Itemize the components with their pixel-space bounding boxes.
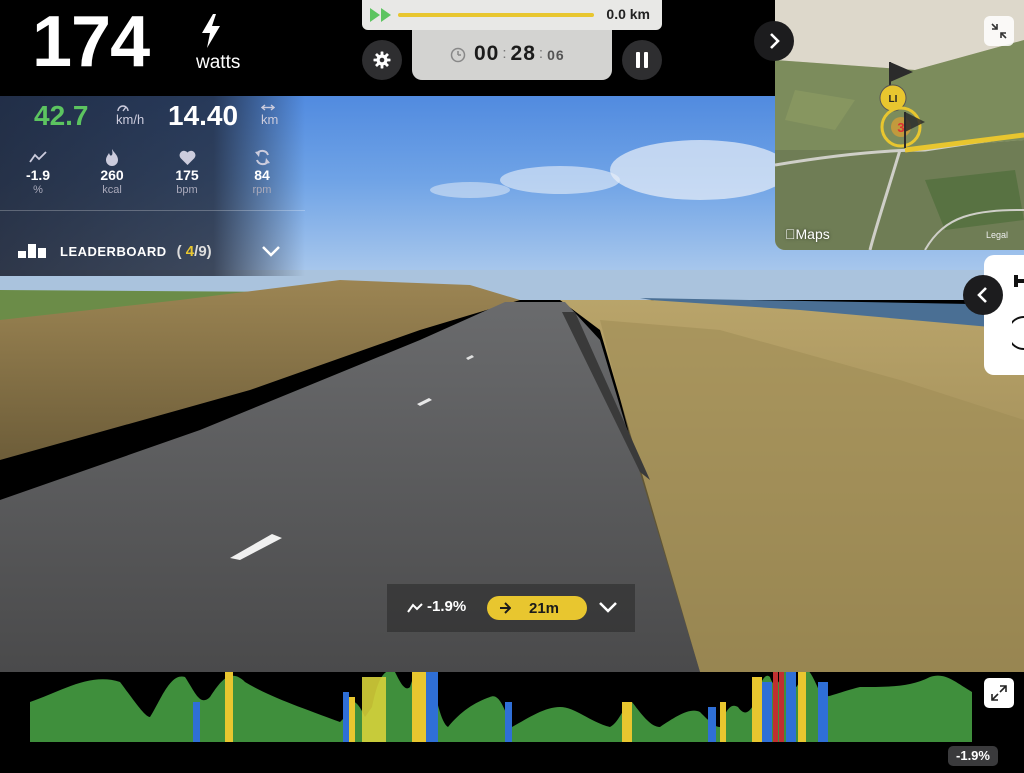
timer-separator: : — [538, 45, 545, 62]
timer-centiseconds: 06 — [547, 47, 565, 63]
leaderboard-position: 4 — [185, 242, 195, 260]
metric-unit: bpm — [176, 184, 198, 196]
speed-unit: km/h — [116, 112, 145, 127]
timer-separator: : — [502, 45, 508, 62]
power-unit: watts — [196, 52, 241, 73]
pause-button[interactable] — [622, 40, 662, 80]
segment-distance: 21m — [529, 600, 560, 617]
flame-icon — [106, 148, 118, 166]
metric-value: 175 — [175, 167, 199, 183]
pause-icon — [636, 52, 648, 68]
route-map[interactable]: LI 3 Maps Legal — [775, 0, 1024, 250]
side-panel-toggle-button[interactable] — [963, 275, 1003, 315]
cadence-icon — [254, 149, 270, 165]
map-marker-label: LI — [889, 94, 898, 105]
elevation-current-grade: -1.9% — [948, 746, 998, 766]
progress-track — [398, 13, 594, 17]
stats-panel: 42.7 km/h 14.40 km -1.9 % 260 kcal 175 b… — [0, 96, 305, 276]
dumbbell-icon — [1014, 275, 1024, 287]
map-legal-link[interactable]: Legal — [986, 230, 1008, 240]
fast-forward-icon — [370, 8, 391, 22]
leaderboard-paren: ) — [206, 242, 212, 260]
chevron-down-icon[interactable] — [260, 244, 282, 258]
metric-unit: kcal — [102, 184, 122, 196]
distance-to-next-segment[interactable]: 21m — [487, 596, 587, 620]
apple-logo-icon:  — [785, 226, 796, 242]
metric-slope: -1.9 % — [8, 148, 68, 196]
route-progress: 0.0 km — [362, 0, 662, 30]
chevron-right-icon — [770, 33, 780, 49]
slope-icon — [407, 603, 423, 613]
arrow-right-icon — [500, 602, 511, 614]
clock-icon — [450, 47, 466, 63]
heart-icon — [179, 150, 195, 165]
bolt-icon — [202, 14, 220, 48]
stats-divider — [0, 210, 305, 211]
distance-icon — [261, 104, 275, 111]
settings-button[interactable] — [362, 40, 402, 80]
map-next-button[interactable] — [754, 21, 794, 61]
elevation-graph — [30, 661, 972, 742]
metric-value: 260 — [100, 167, 124, 183]
power-value: 174 — [32, 2, 150, 82]
distance-unit: km — [261, 112, 279, 127]
chevron-down-icon[interactable] — [597, 600, 619, 614]
timer-panel: 00:28:06 — [412, 30, 612, 80]
collapse-icon — [991, 23, 1007, 39]
timer-seconds: 28 — [510, 42, 536, 65]
timer-minutes: 00 — [474, 42, 500, 65]
slope-grade: -1.9% — [427, 598, 467, 615]
metric-calories: 260 kcal — [82, 148, 142, 196]
maps-credit-text: Maps — [785, 226, 830, 242]
metric-value: -1.9 — [25, 167, 51, 183]
leaderboard-icon — [18, 244, 46, 258]
speed-value: 42.7 — [34, 100, 89, 131]
leaderboard-toggle[interactable]: LEADERBOARD ( 4/9) — [18, 240, 212, 262]
elevation-profile[interactable] — [0, 661, 1024, 768]
leaderboard-paren: ( — [176, 242, 182, 260]
maps-attribution: Maps — [785, 226, 830, 242]
map-marker-label: 3 — [897, 120, 904, 135]
metric-unit: rpm — [252, 184, 272, 196]
progress-distance: 0.0 km — [606, 6, 650, 22]
metric-value: 84 — [254, 167, 270, 183]
leaderboard-label: LEADERBOARD — [60, 243, 167, 259]
upcoming-slope-bar: -1.9% 21m — [387, 584, 635, 632]
elevation-expand-button[interactable] — [984, 678, 1014, 708]
timer-readout: 00:28:06 — [474, 42, 565, 66]
circle-button-icon — [1012, 316, 1024, 350]
gear-icon — [373, 51, 391, 69]
metric-unit: % — [33, 184, 43, 196]
speed-icon — [117, 105, 129, 112]
chevron-left-icon — [977, 287, 987, 303]
map-collapse-button[interactable] — [984, 16, 1014, 46]
side-panel[interactable] — [984, 255, 1024, 375]
leaderboard-total: 9 — [198, 242, 207, 260]
metric-cadence: 84 rpm — [232, 148, 292, 196]
slope-icon — [29, 151, 47, 163]
metric-heart-rate: 175 bpm — [157, 148, 217, 196]
leaderboard-rank: ( 4/9) — [177, 243, 212, 260]
expand-icon — [991, 685, 1007, 701]
distance-value: 14.40 — [168, 100, 239, 131]
